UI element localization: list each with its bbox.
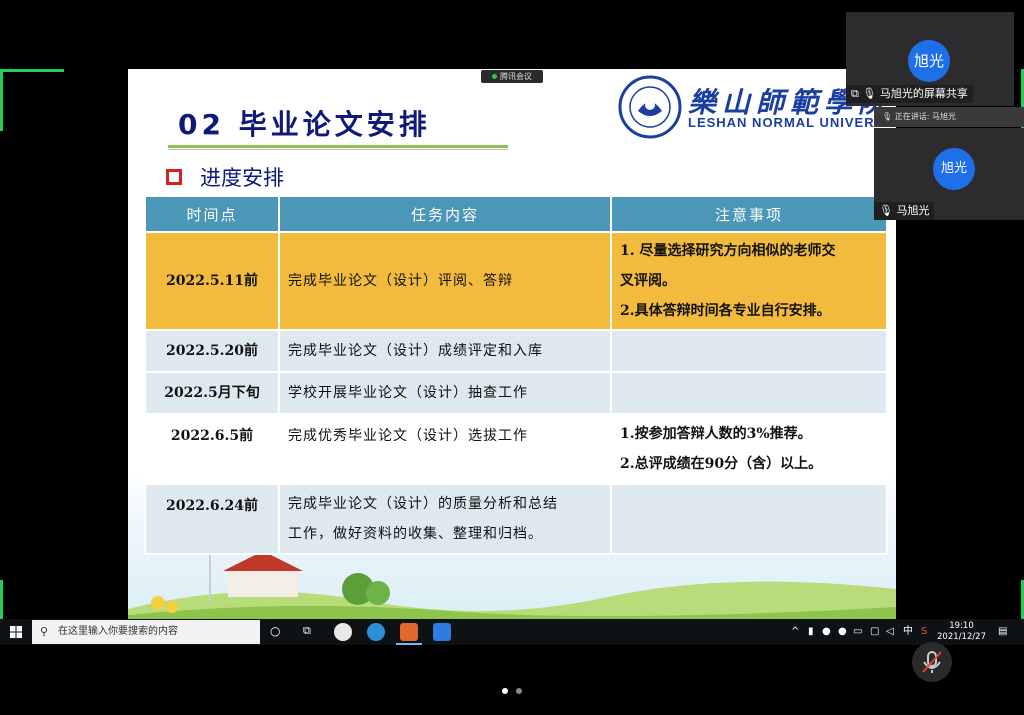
active-app-indicator (396, 643, 422, 645)
university-seal-icon (618, 75, 682, 139)
landscape-decoration (128, 549, 896, 619)
share-label: 马旭光的屏幕共享 (879, 87, 968, 100)
volume-icon[interactable]: ◁ (886, 625, 894, 639)
edge-icon[interactable] (367, 623, 385, 641)
note-line: 叉评阅。 (620, 273, 676, 289)
share-frame-corner (0, 69, 64, 72)
table-row: 2022.5.20前 完成毕业论文（设计）成绩评定和入库 (144, 329, 888, 373)
row-notes: 1. 尽量选择研究方向相似的老师交 叉评阅。 2.具体答辩时间各专业自行安排。 (610, 231, 888, 331)
mic-icon: 🎙 (862, 87, 877, 100)
school-name-en: LESHAN NORMAL UNIVERSITY (688, 115, 896, 130)
windows-start-icon[interactable] (10, 626, 22, 638)
avatar: 旭光 (933, 148, 975, 190)
title-underline (168, 145, 508, 148)
note-line: 2.总评成绩在90分（含）以上。 (620, 456, 823, 472)
header-task: 任务内容 (278, 195, 612, 233)
table-row: 2022.6.5前 完成优秀毕业论文（设计）选拔工作 1.按参加答辩人数的3%推… (144, 413, 888, 485)
task-line: 完成毕业论文（设计）的质量分析和总结 (288, 496, 558, 512)
chrome-icon[interactable] (334, 623, 352, 641)
tencent-meeting-icon[interactable] (433, 623, 451, 641)
shared-slide: 02 毕业论文安排 樂山師範學院 LESHAN NORMAL UNIVERSIT… (128, 69, 896, 619)
app-tag-label: 腾讯会议 (500, 72, 532, 81)
section-title: 进度安排 (200, 166, 284, 190)
mic-icon: 🎙 (879, 204, 893, 217)
header-time: 时间点 (144, 195, 280, 233)
note-line: 1.按参加答辩人数的3%推荐。 (620, 426, 812, 442)
battery-icon[interactable]: ▭ (853, 625, 862, 639)
speaking-label: 正在讲话: 马旭光 (894, 112, 956, 121)
task-view-icon[interactable]: ⧉ (303, 624, 311, 638)
row-task: 完成优秀毕业论文（设计）选拔工作 (278, 413, 612, 485)
network-icon[interactable]: ▢ (870, 625, 879, 639)
schedule-table: 时间点 任务内容 注意事项 2022.5.11前 完成毕业论文（设计）评阅、答辩… (144, 195, 888, 555)
row-date: 2022.5.20前 (144, 329, 280, 373)
row-notes (610, 329, 888, 373)
page-indicator-active[interactable] (502, 688, 508, 694)
row-task: 完成毕业论文（设计）成绩评定和入库 (278, 329, 612, 373)
row-notes (610, 371, 888, 415)
slide-title: 02 毕业论文安排 (178, 108, 431, 141)
share-caption: ⧉ 🎙 马旭光的屏幕共享 (846, 85, 973, 103)
row-task: 完成毕业论文（设计）的质量分析和总结 工作，做好资料的收集、整理和归档。 (278, 483, 612, 555)
system-clock[interactable]: 19:10 2021/12/27 (937, 621, 986, 643)
notification-icon[interactable]: ▤ (998, 625, 1007, 639)
participant-name: 马旭光 (896, 204, 930, 217)
mute-microphone-button[interactable] (912, 642, 952, 682)
mic-icon: 🎙 (882, 112, 893, 121)
screen: 02 毕业论文安排 樂山師範學院 LESHAN NORMAL UNIVERSIT… (0, 0, 1024, 715)
share-frame-corner (0, 580, 3, 620)
cortana-icon[interactable]: ○ (270, 624, 280, 638)
row-date: 2022.6.5前 (144, 413, 280, 485)
video-tile-participant[interactable]: 旭光 🎙 马旭光 (874, 128, 1024, 220)
input-method-icon[interactable]: S (921, 625, 927, 639)
meeting-app-tag[interactable]: 腾讯会议 (481, 70, 543, 83)
app-tray-icon[interactable]: ● (822, 625, 831, 639)
screen-share-icon: ⧉ (851, 87, 859, 100)
note-line: 2.具体答辩时间各专业自行安排。 (620, 303, 831, 319)
taskbar-search-input[interactable]: ⚲ 在这里输入你要搜索的内容 (32, 620, 260, 644)
note-line: 1. 尽量选择研究方向相似的老师交 (620, 243, 836, 259)
table-header-row: 时间点 任务内容 注意事项 (144, 195, 888, 233)
row-notes (610, 483, 888, 555)
chevron-up-icon[interactable]: ^ (791, 625, 799, 639)
section-bullet-icon (166, 169, 182, 185)
windows-taskbar: ⚲ 在这里输入你要搜索的内容 ○ ⧉ ^ ▮ ● ● ▭ ▢ ◁ 中 S 19:… (0, 619, 1024, 645)
row-date: 2022.5.11前 (144, 231, 280, 331)
search-placeholder: 在这里输入你要搜索的内容 (58, 626, 178, 637)
row-task: 完成毕业论文（设计）评阅、答辩 (278, 231, 612, 331)
powerpoint-icon[interactable] (400, 623, 418, 641)
app-tray-icon[interactable]: ● (838, 625, 847, 639)
task-line: 工作，做好资料的收集、整理和归档。 (288, 526, 543, 542)
signal-icon (492, 74, 497, 79)
table-row: 2022.5月下旬 学校开展毕业论文（设计）抽查工作 (144, 371, 888, 415)
clock-time: 19:10 (949, 621, 974, 631)
page-indicator[interactable] (516, 688, 522, 694)
row-notes: 1.按参加答辩人数的3%推荐。 2.总评成绩在90分（含）以上。 (610, 413, 888, 485)
speaking-indicator: 🎙 正在讲话: 马旭光 (874, 107, 1024, 127)
row-date: 2022.6.24前 (144, 483, 280, 555)
row-date: 2022.5月下旬 (144, 371, 280, 415)
row-task: 学校开展毕业论文（设计）抽查工作 (278, 371, 612, 415)
avatar: 旭光 (908, 40, 950, 82)
participant-caption: 🎙 马旭光 (874, 202, 935, 220)
title-underline-thin (168, 149, 508, 150)
search-icon: ⚲ (40, 625, 49, 638)
ime-indicator[interactable]: 中 (903, 625, 913, 639)
table-row: 2022.6.24前 完成毕业论文（设计）的质量分析和总结 工作，做好资料的收集… (144, 483, 888, 555)
video-tile-presenter[interactable]: 旭光 ⧉ 🎙 马旭光的屏幕共享 (846, 12, 1014, 106)
header-notes: 注意事项 (610, 195, 888, 233)
mic-tray-icon[interactable]: ▮ (808, 625, 814, 639)
mic-muted-icon (922, 651, 942, 673)
share-frame-corner (0, 69, 3, 131)
table-row: 2022.5.11前 完成毕业论文（设计）评阅、答辩 1. 尽量选择研究方向相似… (144, 231, 888, 331)
